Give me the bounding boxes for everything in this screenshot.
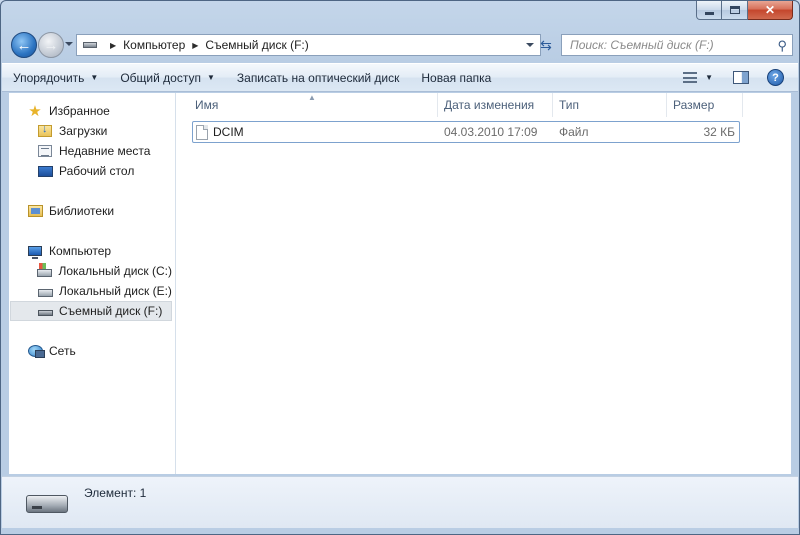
nav-item-recent-places[interactable]: Недавние места — [37, 141, 172, 161]
back-arrow-icon: ← — [16, 36, 32, 54]
desktop-icon — [37, 165, 53, 177]
close-button[interactable]: ✕ — [748, 1, 793, 20]
search-icon[interactable]: ⚲ — [777, 38, 787, 54]
breadcrumb-computer[interactable]: Компьютер — [123, 38, 185, 52]
close-icon: ✕ — [764, 3, 776, 17]
star-icon: ★ — [28, 103, 42, 120]
content-area: ★ Избранное Загрузки Недавние места Рабо… — [9, 93, 791, 474]
maximize-icon — [729, 6, 740, 14]
column-label: Тип — [559, 98, 580, 112]
nav-network[interactable]: Сеть — [27, 341, 172, 361]
organize-label: Упорядочить — [13, 70, 85, 85]
nav-label: Локальный диск (E:) — [59, 284, 172, 298]
breadcrumb-removable-disk[interactable]: Съемный диск (F:) — [205, 38, 308, 52]
command-bar-right: ▼ ? — [683, 64, 798, 91]
file-name: DCIM — [213, 125, 244, 139]
address-bar[interactable]: ▶ Компьютер ▶ Съемный диск (F:) — [76, 34, 541, 56]
downloads-folder-icon — [38, 123, 52, 137]
burn-button[interactable]: Записать на оптический диск — [226, 64, 411, 91]
minimize-icon — [704, 11, 714, 15]
chevron-down-icon: ▼ — [206, 73, 215, 82]
nav-item-local-disk-c[interactable]: Локальный диск (C:) — [37, 261, 172, 281]
file-name-cell: DCIM — [196, 122, 244, 142]
refresh-button[interactable]: ⇆ — [533, 34, 559, 56]
nav-label: Компьютер — [49, 244, 112, 258]
back-button[interactable]: ← — [11, 32, 37, 58]
address-row: ← → ▶ Компьютер ▶ Съемный диск (F:) ⇆ По… — [9, 31, 793, 59]
breadcrumb-separator-icon[interactable]: ▶ — [192, 41, 198, 50]
item-count: Элемент: 1 — [84, 486, 147, 500]
nav-libraries[interactable]: Библиотеки — [27, 201, 172, 221]
refresh-icon: ⇆ — [540, 36, 552, 53]
libraries-icon — [27, 205, 43, 217]
nav-item-removable-disk-f[interactable]: Съемный диск (F:) — [10, 301, 172, 321]
network-icon — [27, 345, 45, 358]
recent-places-icon — [38, 145, 52, 157]
nav-label: Недавние места — [59, 144, 151, 158]
nav-favorites[interactable]: ★ Избранное — [27, 101, 172, 121]
column-label: Имя — [195, 98, 219, 112]
burn-label: Записать на оптический диск — [236, 70, 400, 85]
nav-item-local-disk-e[interactable]: Локальный диск (E:) — [37, 281, 172, 301]
computer-icon — [28, 246, 42, 259]
nav-label: Избранное — [49, 104, 110, 118]
search-placeholder: Поиск: Съемный диск (F:) — [570, 38, 714, 52]
nav-label: Локальный диск (C:) — [58, 264, 172, 278]
breadcrumb-separator-icon[interactable]: ▶ — [110, 41, 116, 50]
column-header-name[interactable]: Имя — [189, 93, 438, 117]
search-input[interactable]: Поиск: Съемный диск (F:) ⚲ — [561, 34, 793, 56]
help-icon[interactable]: ? — [767, 69, 784, 86]
column-label: Размер — [673, 98, 715, 112]
maximize-button[interactable] — [722, 1, 748, 20]
column-label: Дата изменения — [444, 98, 535, 112]
caption-buttons: ✕ — [696, 1, 793, 20]
file-icon — [196, 124, 208, 140]
nav-label: Загрузки — [59, 124, 108, 138]
nav-item-desktop[interactable]: Рабочий стол — [37, 161, 172, 181]
forward-button[interactable]: → — [38, 32, 64, 58]
column-header-date[interactable]: Дата изменения — [438, 93, 553, 117]
change-view-icon[interactable] — [683, 72, 698, 83]
new-folder-label: Новая папка — [421, 70, 492, 85]
hard-drive-icon — [37, 288, 53, 297]
recent-pages-dropdown[interactable] — [65, 42, 73, 46]
nav-label: Рабочий стол — [59, 164, 135, 178]
file-list: ▲ Имя Дата изменения Тип Размер DCIM 04.… — [177, 93, 791, 474]
removable-drive-icon — [37, 309, 53, 316]
nav-computer[interactable]: Компьютер — [27, 241, 172, 261]
column-header-size[interactable]: Размер — [667, 93, 743, 117]
file-date: 04.03.2010 17:09 — [444, 125, 538, 139]
drive-icon — [83, 42, 97, 48]
explorer-window: ✕ ← → ▶ Компьютер ▶ Съемный диск (F:) ⇆ … — [0, 0, 800, 535]
column-header-type[interactable]: Тип — [553, 93, 667, 117]
share-label: Общий доступ — [120, 70, 201, 85]
system-drive-icon — [37, 263, 53, 277]
new-folder-button[interactable]: Новая папка — [410, 64, 502, 91]
chevron-down-icon: ▼ — [90, 73, 99, 82]
preview-pane-icon[interactable] — [733, 71, 749, 84]
nav-label: Съемный диск (F:) — [59, 304, 163, 318]
nav-label: Сеть — [49, 344, 76, 358]
chevron-down-icon[interactable]: ▼ — [705, 73, 713, 82]
forward-arrow-icon: → — [43, 36, 59, 54]
file-row[interactable]: DCIM 04.03.2010 17:09 Файл 32 КБ — [192, 121, 740, 143]
nav-item-downloads[interactable]: Загрузки — [37, 121, 172, 141]
share-button[interactable]: Общий доступ ▼ — [109, 64, 226, 91]
details-pane: Элемент: 1 — [2, 476, 798, 528]
minimize-button[interactable] — [696, 1, 722, 20]
command-bar: Упорядочить ▼ Общий доступ ▼ Записать на о… — [2, 63, 798, 92]
removable-drive-large-icon — [26, 495, 68, 513]
file-size: 32 КБ — [703, 125, 735, 139]
organize-button[interactable]: Упорядочить ▼ — [2, 64, 109, 91]
file-type: Файл — [559, 125, 589, 139]
navigation-pane: ★ Избранное Загрузки Недавние места Рабо… — [9, 93, 176, 474]
nav-label: Библиотеки — [49, 204, 115, 218]
